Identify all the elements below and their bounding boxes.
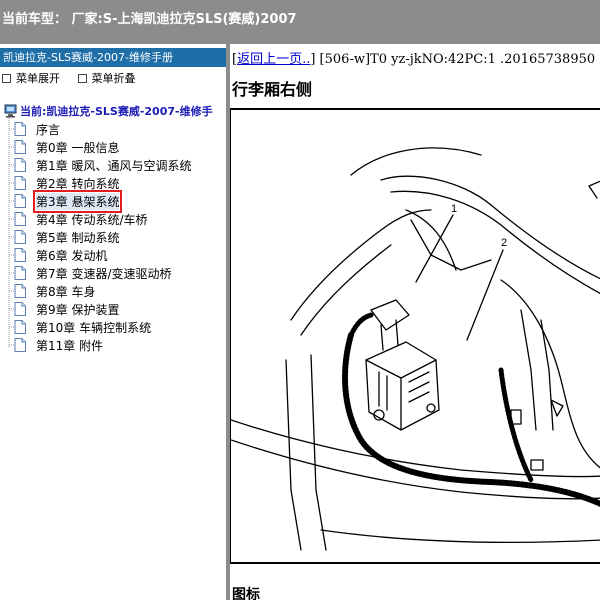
computer-icon xyxy=(4,104,17,118)
document-icon xyxy=(14,338,26,352)
tree-item-label: 第10章 车辆控制系统 xyxy=(36,320,152,335)
collapse-menu-label: 菜单折叠 xyxy=(91,72,136,85)
tree-item-label: 第9章 保护装置 xyxy=(36,302,120,317)
tree-item-chapter-9[interactable]: 第9章 保护装置 xyxy=(14,300,119,318)
tree-item-label: 第8章 车身 xyxy=(36,284,96,299)
document-icon xyxy=(14,266,26,280)
tree-item-chapter-7[interactable]: 第7章 变速器/变速驱动桥 xyxy=(14,264,172,282)
document-icon xyxy=(14,140,26,154)
trunk-right-side-illustration: 1 2 xyxy=(231,147,600,551)
sidebar: 凯迪拉克-SLS赛威-2007-维修手册 菜单展开 菜单折叠 当前:凯迪拉克-S… xyxy=(0,44,226,600)
section-title: 图标 xyxy=(232,587,260,600)
tree-item-chapter-11[interactable]: 第11章 附件 xyxy=(14,336,103,354)
tree-item-label: 第1章 暖风、通风与空调系统 xyxy=(36,158,192,173)
collapse-icon xyxy=(77,73,87,83)
callout-1: 1 xyxy=(451,203,457,215)
tree-item-label: 第4章 传动系统/车桥 xyxy=(36,212,148,227)
page-title: 行李厢右侧 xyxy=(232,80,313,99)
callout-2: 2 xyxy=(501,237,507,249)
tree-item-chapter-4[interactable]: 第4章 传动系统/车桥 xyxy=(14,210,148,228)
tree-item-chapter-2[interactable]: 第2章 转向系统 xyxy=(14,174,119,192)
collapse-menu-button[interactable]: 菜单折叠 xyxy=(77,70,136,86)
content-pane: [返回上一页..] [506-w]T0 yz-jkNO:42PC:1 .2016… xyxy=(230,44,600,600)
vehicle-model-title: 当前车型： 厂家:S-上海凯迪拉克SLS(赛威)2007 xyxy=(2,12,297,27)
tree-item-label: 第5章 制动系统 xyxy=(36,230,120,245)
tree-item-chapter-8[interactable]: 第8章 车身 xyxy=(14,282,95,300)
nav-line: [返回上一页..] [506-w]T0 yz-jkNO:42PC:1 .2016… xyxy=(232,52,596,67)
manual-header: 凯迪拉克-SLS赛威-2007-维修手册 xyxy=(0,48,226,67)
expand-icon xyxy=(2,73,11,83)
diagram-figure: 1 2 xyxy=(230,108,600,564)
tree-item-chapter-3[interactable]: 第3章 悬架系统 xyxy=(14,189,123,213)
back-link[interactable]: 返回上一页.. xyxy=(237,52,310,67)
tree-item-chapter-1[interactable]: 第1章 暖风、通风与空调系统 xyxy=(14,156,191,174)
document-icon xyxy=(14,248,26,262)
document-icon xyxy=(14,176,26,190)
tree-item-preface[interactable]: 序言 xyxy=(14,120,60,138)
tree-item-chapter-5[interactable]: 第5章 制动系统 xyxy=(14,228,119,246)
document-icon xyxy=(14,302,26,316)
tree-item-label: 第11章 附件 xyxy=(36,338,104,353)
tree-item-label: 第6章 发动机 xyxy=(36,248,108,263)
document-icon xyxy=(14,284,26,298)
tree-item-label: 序言 xyxy=(36,122,61,137)
tree-item-label: 第0章 一般信息 xyxy=(36,140,120,155)
document-icon xyxy=(14,158,26,172)
tree-item-label: 第3章 悬架系统 xyxy=(32,189,123,213)
tree-item-chapter-0[interactable]: 第0章 一般信息 xyxy=(14,138,119,156)
document-icon xyxy=(14,212,26,226)
title-bar: 当前车型： 厂家:S-上海凯迪拉克SLS(赛威)2007 xyxy=(0,0,600,44)
document-icon xyxy=(14,194,26,208)
document-icon xyxy=(14,230,26,244)
tree-item-chapter-10[interactable]: 第10章 车辆控制系统 xyxy=(14,318,151,336)
tree-item-label: 第2章 转向系统 xyxy=(36,176,120,191)
menu-ops: 菜单展开 菜单折叠 xyxy=(2,70,150,86)
tree-root[interactable]: 当前:凯迪拉克-SLS赛威-2007-维修手 xyxy=(4,102,213,120)
tree-item-chapter-6[interactable]: 第6章 发动机 xyxy=(14,246,107,264)
expand-menu-button[interactable]: 菜单展开 xyxy=(2,70,60,86)
document-icon xyxy=(14,122,26,136)
document-icon xyxy=(14,320,26,334)
doc-reference: [506-w]T0 yz-jkNO:42PC:1 .20165738950 xyxy=(315,52,596,67)
expand-menu-label: 菜单展开 xyxy=(16,72,60,85)
tree-root-label: 当前:凯迪拉克-SLS赛威-2007-维修手 xyxy=(20,105,213,118)
tree-item-label: 第7章 变速器/变速驱动桥 xyxy=(36,266,172,281)
